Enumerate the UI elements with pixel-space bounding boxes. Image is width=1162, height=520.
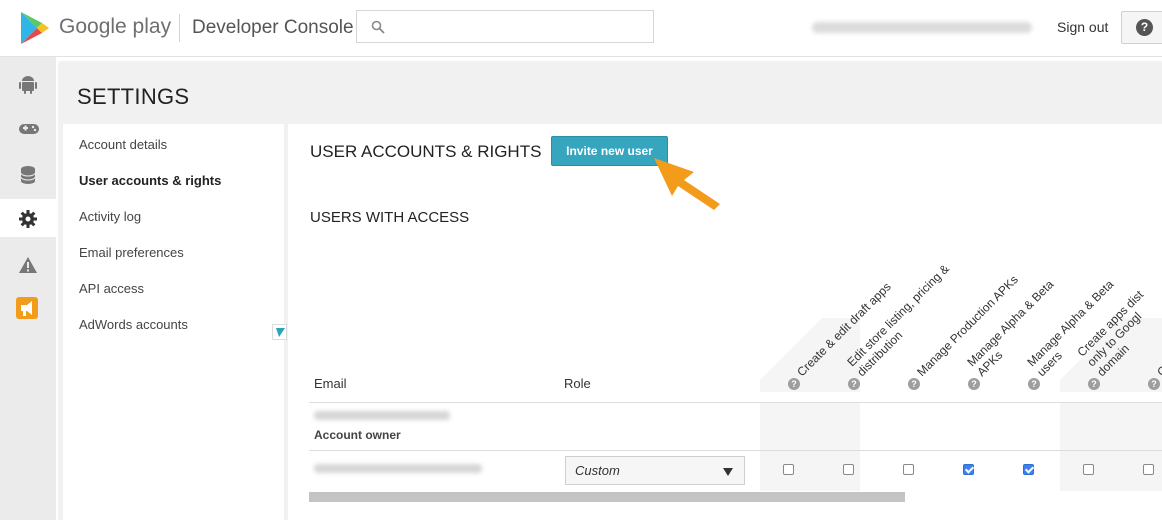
top-bar: Google play Developer Console Sign out ? (0, 0, 1162, 57)
column-band-2 (1060, 402, 1162, 491)
google-play-logo[interactable] (18, 11, 52, 45)
permission-headers: Create & edit draft apps Edit store list… (760, 262, 1162, 392)
search-input[interactable] (356, 10, 654, 43)
help-icon[interactable]: ? (1148, 378, 1160, 390)
page-title: SETTINGS (77, 84, 190, 109)
warning-icon (19, 257, 37, 273)
rail-item-promotions[interactable] (0, 289, 56, 327)
subnav-item-activity-log[interactable]: Activity log (79, 209, 141, 224)
database-icon (20, 166, 36, 184)
section-title: USER ACCOUNTS & RIGHTS (310, 142, 542, 161)
subnav-item-user-accounts[interactable]: User accounts & rights (79, 173, 221, 188)
help-icon[interactable]: ? (788, 378, 800, 390)
column-band-1 (760, 402, 860, 491)
table-divider (309, 450, 1162, 451)
account-owner-label: Account owner (314, 428, 401, 442)
megaphone-icon (16, 297, 38, 319)
help-button[interactable]: ? (1121, 11, 1162, 44)
column-header-role: Role (564, 376, 591, 391)
left-rail (0, 57, 56, 520)
permission-checkbox[interactable] (903, 464, 914, 475)
subnav-item-adwords[interactable]: AdWords accounts (79, 317, 188, 332)
subnav-item-api-access[interactable]: API access (79, 281, 144, 296)
caret-down-icon (723, 468, 733, 476)
rail-item-settings[interactable] (0, 199, 56, 237)
subnav-item-email-preferences[interactable]: Email preferences (79, 245, 184, 260)
search-icon (371, 20, 385, 34)
gear-icon (19, 210, 37, 228)
help-icon[interactable]: ? (968, 378, 980, 390)
brand-name: Google play (59, 15, 172, 38)
sign-out-link[interactable]: Sign out (1057, 19, 1108, 35)
users-with-access-title: USERS WITH ACCESS (310, 209, 470, 226)
subnav-item-account-details[interactable]: Account details (79, 137, 167, 152)
gamepad-icon (19, 124, 39, 134)
rail-item-alerts[interactable] (0, 245, 56, 283)
role-select-value: Custom (575, 463, 620, 478)
owner-email-redacted (314, 411, 450, 420)
help-icon[interactable]: ? (848, 378, 860, 390)
rail-item-games[interactable] (0, 110, 56, 148)
rail-item-apps[interactable] (0, 65, 56, 103)
permission-checkbox[interactable] (1083, 464, 1094, 475)
pointer-arrow-icon (654, 158, 720, 210)
permission-checkbox[interactable] (843, 464, 854, 475)
help-icon[interactable]: ? (1088, 378, 1100, 390)
account-email-redacted (812, 22, 1032, 33)
header-divider (179, 14, 180, 42)
help-icon: ? (1136, 19, 1153, 36)
permission-checkbox[interactable] (963, 464, 974, 475)
user-email-redacted (314, 464, 482, 473)
role-select[interactable]: Custom (565, 456, 745, 485)
rail-item-services[interactable] (0, 155, 56, 193)
help-icon[interactable]: ? (1028, 378, 1040, 390)
permission-checkbox[interactable] (783, 464, 794, 475)
table-divider (309, 402, 1162, 403)
permission-checkbox[interactable] (1023, 464, 1034, 475)
product-name: Developer Console (192, 17, 354, 38)
collapse-sidebar-button[interactable] (272, 324, 287, 340)
column-header-email: Email (314, 376, 347, 391)
permission-checkbox[interactable] (1143, 464, 1154, 475)
help-icon[interactable]: ? (908, 378, 920, 390)
collapse-arrow-icon (276, 328, 285, 337)
android-icon (19, 76, 37, 94)
horizontal-scrollbar[interactable] (309, 492, 905, 502)
